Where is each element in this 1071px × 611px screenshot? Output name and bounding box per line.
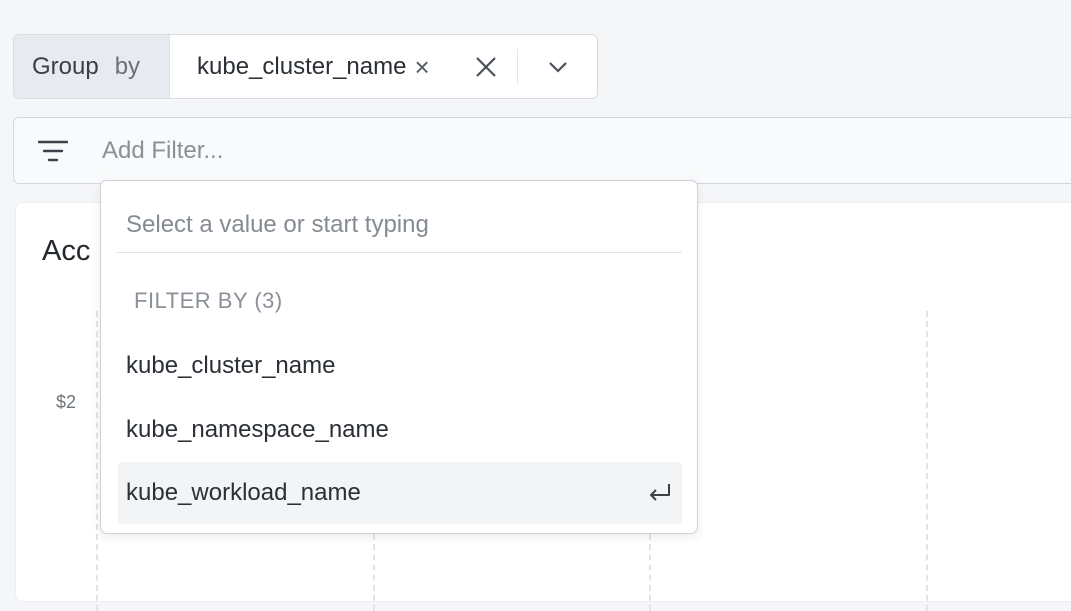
group-by-control: Group by kube_cluster_name × xyxy=(13,34,598,99)
gridline xyxy=(96,311,98,611)
dropdown-item-label: kube_workload_name xyxy=(126,479,361,506)
group-by-chip[interactable]: kube_cluster_name × xyxy=(170,35,455,98)
group-by-label-word1: Group xyxy=(32,52,99,80)
dropdown-search-input[interactable] xyxy=(117,197,682,253)
filter-dropdown: FILTER BY (3) kube_cluster_name kube_nam… xyxy=(100,180,698,534)
group-by-label: Group by xyxy=(14,35,170,98)
dropdown-item[interactable]: kube_namespace_name xyxy=(118,399,682,461)
add-filter-input[interactable] xyxy=(100,135,704,166)
dropdown-item-label: kube_cluster_name xyxy=(126,352,336,379)
enter-return-icon xyxy=(648,482,672,511)
filter-icon xyxy=(18,140,88,162)
dropdown-item-label: kube_namespace_name xyxy=(126,416,389,443)
group-by-chip-label: kube_cluster_name xyxy=(197,52,407,80)
gridline xyxy=(926,311,928,611)
dropdown-item[interactable]: kube_cluster_name xyxy=(118,335,682,397)
dropdown-item-active[interactable]: kube_workload_name xyxy=(118,462,682,524)
card-title: Acc xyxy=(42,235,91,267)
clear-all-close-icon[interactable] xyxy=(455,35,517,98)
group-by-label-word2: by xyxy=(114,52,141,80)
y-axis-tick: $2 xyxy=(56,392,77,412)
dropdown-section-title: FILTER BY (3) xyxy=(134,288,283,313)
chevron-down-icon[interactable] xyxy=(518,35,597,98)
filter-bar xyxy=(13,117,1071,184)
chip-remove-close-icon[interactable]: × xyxy=(414,54,429,80)
